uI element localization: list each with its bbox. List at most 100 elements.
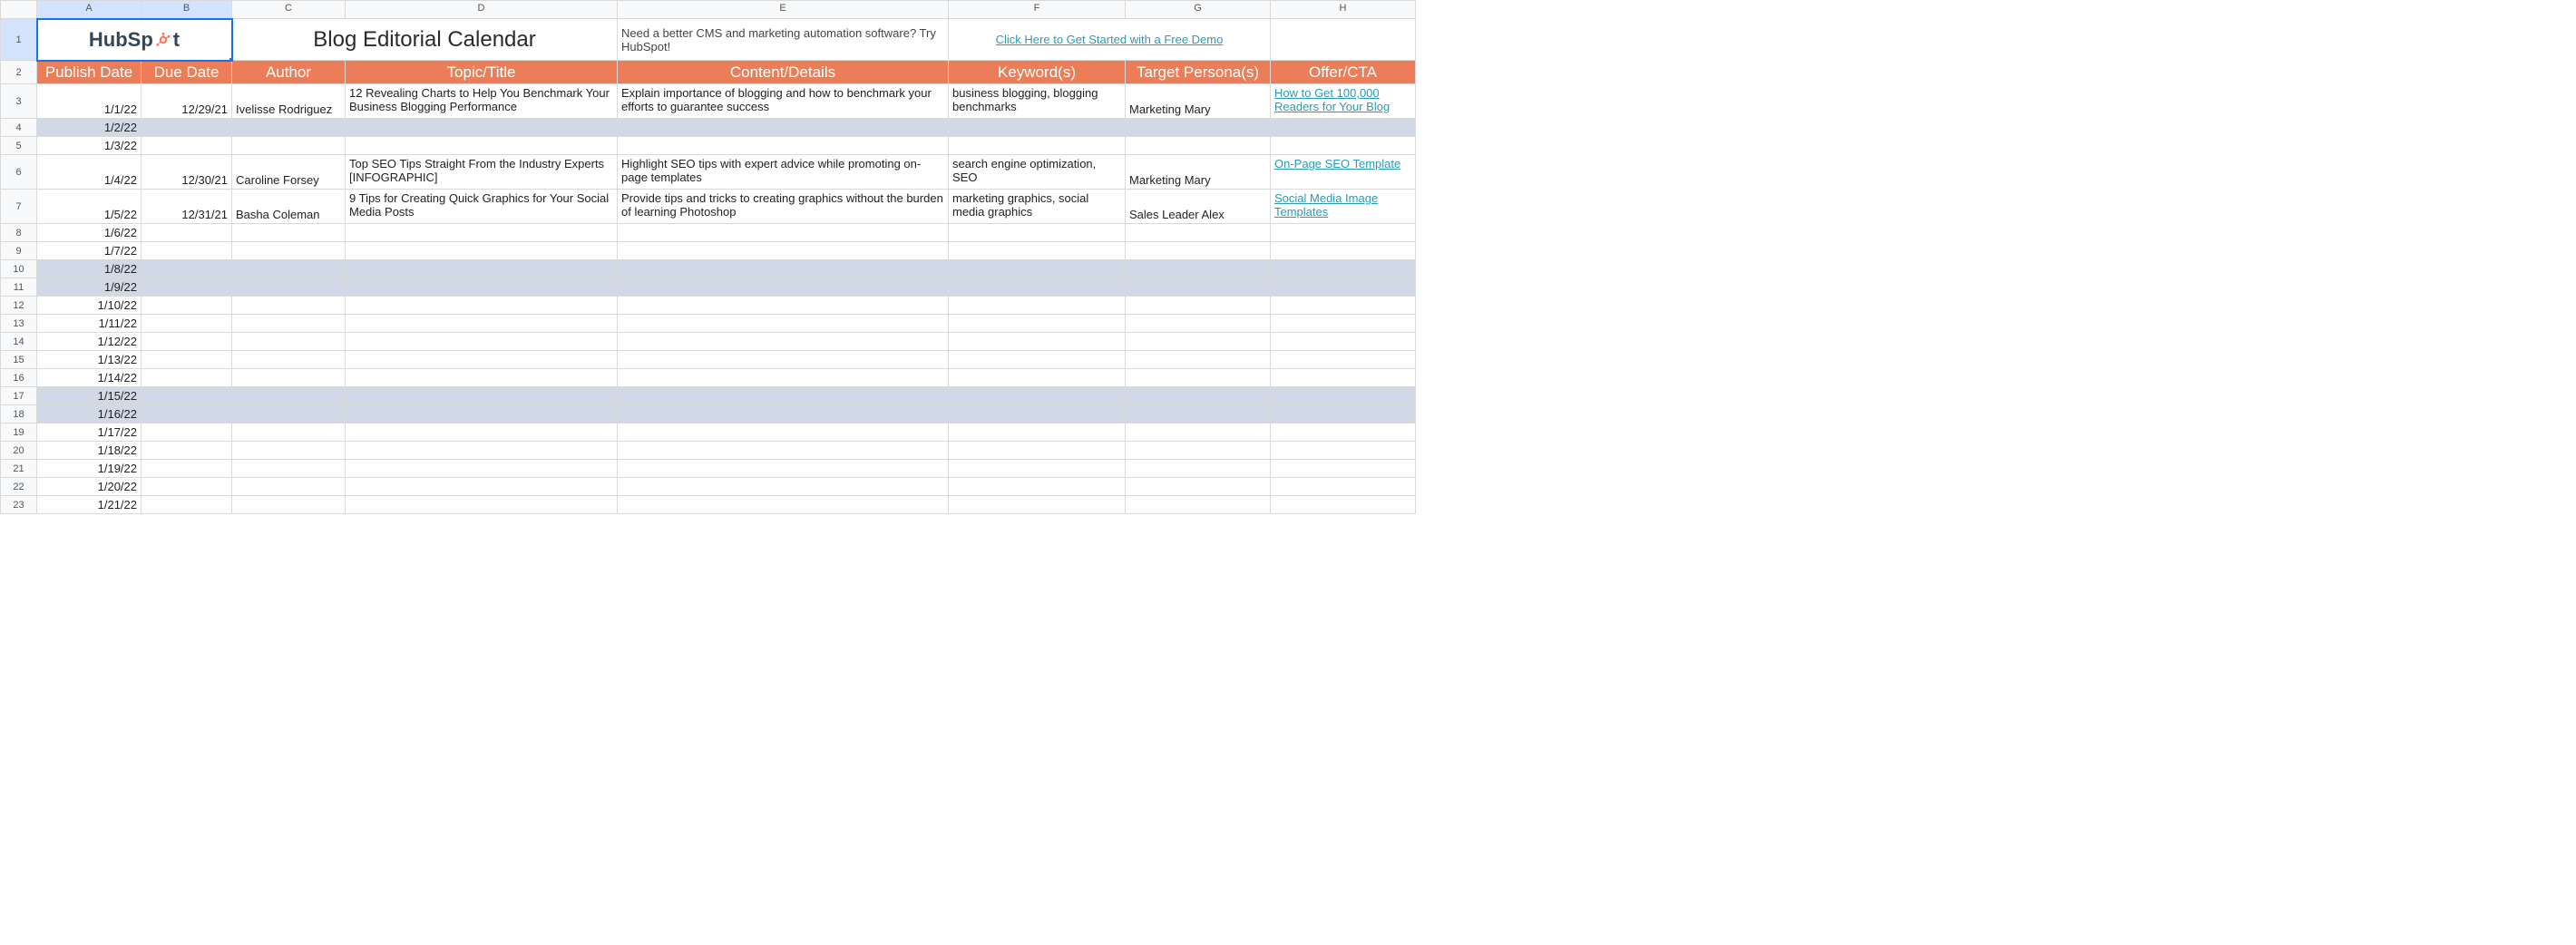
hdr-details[interactable]: Content/Details [618, 61, 949, 84]
cell-details[interactable] [618, 405, 949, 424]
cell-due[interactable]: 12/30/21 [141, 155, 232, 190]
cell-keywords[interactable] [949, 351, 1126, 369]
cell-persona[interactable] [1126, 387, 1271, 405]
cell-details[interactable]: Highlight SEO tips with expert advice wh… [618, 155, 949, 190]
cell-author[interactable] [232, 242, 346, 260]
row-header-17[interactable]: 17 [1, 387, 37, 405]
cell-cta[interactable] [1271, 460, 1416, 478]
row-header-10[interactable]: 10 [1, 260, 37, 278]
cell-publish[interactable]: 1/14/22 [37, 369, 141, 387]
cell-publish[interactable]: 1/9/22 [37, 278, 141, 297]
cta-link[interactable]: How to Get 100,000 Readers for Your Blog [1274, 86, 1390, 113]
cell-topic[interactable] [346, 460, 618, 478]
cell-topic[interactable] [346, 442, 618, 460]
cell-details[interactable] [618, 442, 949, 460]
cell-author[interactable] [232, 442, 346, 460]
col-header-D[interactable]: D [346, 1, 618, 19]
cell-topic[interactable] [346, 137, 618, 155]
col-header-G[interactable]: G [1126, 1, 1271, 19]
cell-details[interactable] [618, 351, 949, 369]
cell-author[interactable] [232, 224, 346, 242]
cell-topic[interactable] [346, 260, 618, 278]
cell-publish[interactable]: 1/8/22 [37, 260, 141, 278]
cell-cta[interactable] [1271, 315, 1416, 333]
cell-keywords[interactable] [949, 260, 1126, 278]
cell-due[interactable] [141, 333, 232, 351]
cell-persona[interactable] [1126, 119, 1271, 137]
spreadsheet-grid[interactable]: A B C D E F G H 1 HubSpt Blog Editorial … [0, 0, 1416, 514]
cell-persona[interactable]: Marketing Mary [1126, 84, 1271, 119]
row-header-14[interactable]: 14 [1, 333, 37, 351]
cta-link[interactable]: Social Media Image Templates [1274, 191, 1378, 219]
row-header-7[interactable]: 7 [1, 190, 37, 224]
cell-cta[interactable] [1271, 405, 1416, 424]
cell-topic[interactable] [346, 297, 618, 315]
cell-keywords[interactable] [949, 315, 1126, 333]
cell-details[interactable] [618, 460, 949, 478]
col-header-B[interactable]: B [141, 1, 232, 19]
logo-cell[interactable]: HubSpt [37, 19, 232, 61]
cell-topic[interactable] [346, 242, 618, 260]
cell-author[interactable] [232, 369, 346, 387]
hdr-due-date[interactable]: Due Date [141, 61, 232, 84]
cell-topic[interactable] [346, 387, 618, 405]
cell-keywords[interactable]: marketing graphics, social media graphic… [949, 190, 1126, 224]
cell-cta[interactable] [1271, 224, 1416, 242]
cell-due[interactable] [141, 460, 232, 478]
row-header-18[interactable]: 18 [1, 405, 37, 424]
cell-persona[interactable] [1126, 224, 1271, 242]
cell-due[interactable] [141, 137, 232, 155]
cell-publish[interactable]: 1/15/22 [37, 387, 141, 405]
cta-link[interactable]: On-Page SEO Template [1274, 157, 1400, 170]
cell-keywords[interactable]: business blogging, blogging benchmarks [949, 84, 1126, 119]
row-header-15[interactable]: 15 [1, 351, 37, 369]
cell-details[interactable] [618, 387, 949, 405]
cell-topic[interactable] [346, 278, 618, 297]
cell-author[interactable] [232, 119, 346, 137]
cell-cta[interactable] [1271, 442, 1416, 460]
cell-cta[interactable] [1271, 119, 1416, 137]
cell-persona[interactable] [1126, 369, 1271, 387]
cell-keywords[interactable] [949, 333, 1126, 351]
cell-due[interactable] [141, 119, 232, 137]
cell-publish[interactable]: 1/21/22 [37, 496, 141, 514]
cell-topic[interactable] [346, 224, 618, 242]
cell-author[interactable] [232, 315, 346, 333]
cell-keywords[interactable] [949, 119, 1126, 137]
cell-publish[interactable]: 1/6/22 [37, 224, 141, 242]
cell-due[interactable] [141, 478, 232, 496]
select-all-corner[interactable] [1, 1, 37, 19]
cell-cta[interactable] [1271, 137, 1416, 155]
cell-persona[interactable] [1126, 242, 1271, 260]
cell-publish[interactable]: 1/16/22 [37, 405, 141, 424]
cell-topic[interactable]: Top SEO Tips Straight From the Industry … [346, 155, 618, 190]
cell-cta[interactable] [1271, 297, 1416, 315]
cell-due[interactable] [141, 369, 232, 387]
cell-topic[interactable] [346, 369, 618, 387]
cell-keywords[interactable] [949, 387, 1126, 405]
row-header-9[interactable]: 9 [1, 242, 37, 260]
cell-persona[interactable] [1126, 442, 1271, 460]
cell-author[interactable] [232, 351, 346, 369]
cell-publish[interactable]: 1/3/22 [37, 137, 141, 155]
row-header-1[interactable]: 1 [1, 19, 37, 61]
cell-due[interactable] [141, 224, 232, 242]
cell-persona[interactable] [1126, 278, 1271, 297]
cell-publish[interactable]: 1/1/22 [37, 84, 141, 119]
cell-keywords[interactable] [949, 278, 1126, 297]
col-header-C[interactable]: C [232, 1, 346, 19]
cell-author[interactable] [232, 297, 346, 315]
cell-cta[interactable]: On-Page SEO Template [1271, 155, 1416, 190]
cell-due[interactable] [141, 242, 232, 260]
cell-author[interactable] [232, 137, 346, 155]
cell-cta[interactable]: How to Get 100,000 Readers for Your Blog [1271, 84, 1416, 119]
cell-due[interactable]: 12/29/21 [141, 84, 232, 119]
cell-persona[interactable] [1126, 424, 1271, 442]
cell-due[interactable] [141, 297, 232, 315]
cell-author[interactable] [232, 460, 346, 478]
cell-cta[interactable] [1271, 424, 1416, 442]
cell-due[interactable] [141, 496, 232, 514]
row-header-16[interactable]: 16 [1, 369, 37, 387]
col-header-E[interactable]: E [618, 1, 949, 19]
cell-cta[interactable] [1271, 260, 1416, 278]
